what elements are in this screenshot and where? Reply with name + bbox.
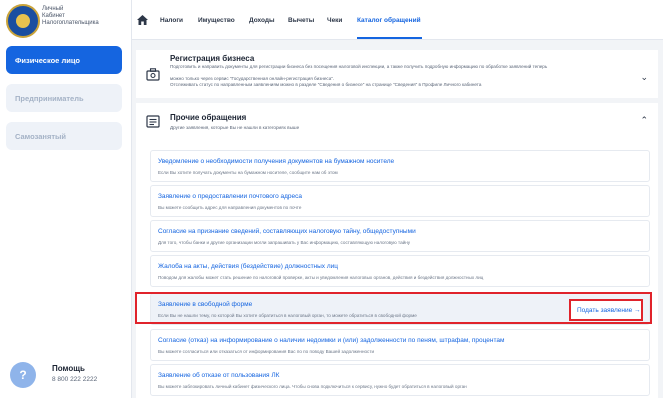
sidebar-item-self-employed[interactable]: Самозанятый	[6, 122, 122, 150]
home-icon[interactable]	[137, 15, 148, 25]
tab-deductions[interactable]: Вычеты	[288, 17, 314, 24]
card-other-requests: Прочие обращения Другие заявления, котор…	[136, 103, 658, 398]
request-item[interactable]: Уведомление о необходимости получения до…	[150, 150, 650, 182]
brand-line-3: Налогоплательщика	[42, 20, 99, 26]
business-registration-icon	[146, 68, 160, 81]
chevron-up-icon[interactable]: ⌃	[640, 115, 648, 126]
brand-line-2: Кабинет	[42, 13, 65, 19]
request-item[interactable]: Согласие на признание сведений, составля…	[150, 220, 650, 252]
request-desc: Вы можете заблокировать личный кабинет ф…	[158, 384, 467, 389]
card-title: Регистрация бизнеса	[170, 54, 255, 63]
request-item[interactable]: Заявление о предоставлении почтового адр…	[150, 185, 650, 217]
card-desc-line-1: Подготовить и направить документы для ре…	[170, 64, 548, 69]
request-title[interactable]: Согласие (отказ) на информирование о нал…	[158, 337, 505, 344]
tab-property[interactable]: Имущество	[198, 17, 235, 24]
chevron-down-icon[interactable]: ⌄	[640, 72, 648, 83]
request-desc: Вы можете согласиться или отказаться от …	[158, 349, 375, 354]
request-title[interactable]: Уведомление о необходимости получения до…	[158, 158, 394, 165]
request-item[interactable]: Жалоба на акты, действия (бездействие) д…	[150, 255, 650, 287]
request-desc: Вы можете сообщить адрес для направления…	[158, 205, 302, 210]
help-phone: 8 800 222 2222	[52, 376, 98, 383]
request-title[interactable]: Заявление о предоставлении почтового адр…	[158, 193, 302, 200]
request-item[interactable]: Заявление об отказе от пользования ЛК Вы…	[150, 364, 650, 396]
help-widget[interactable]: ? Помощь 8 800 222 2222	[10, 362, 126, 392]
request-desc: Если Вы хотите получать документы на бум…	[158, 170, 338, 175]
active-tab-underline	[357, 37, 422, 39]
sidebar-item-entrepreneur[interactable]: Предприниматель	[6, 84, 122, 112]
request-desc: Для того, чтобы банки и другие организац…	[158, 240, 411, 245]
top-nav: Налоги Имущество Доходы Вычеты Чеки Ката…	[132, 0, 663, 40]
card-desc: Другие заявления, которые Вы не нашли в …	[170, 125, 300, 130]
main-content: Регистрация бизнеса Подготовить и направ…	[132, 40, 663, 398]
brand-text: Личный Кабинет Налогоплательщика	[42, 6, 122, 27]
card-desc-line-3: Отслеживать статус по направленным заявл…	[170, 82, 482, 87]
help-title: Помощь	[52, 364, 85, 373]
brand-line-1: Личный	[42, 6, 64, 12]
sidebar-item-individual[interactable]: Физическое лицо	[6, 46, 122, 74]
card-business-registration[interactable]: Регистрация бизнеса Подготовить и направ…	[136, 50, 658, 98]
tab-income[interactable]: Доходы	[249, 17, 275, 24]
request-desc: Поводом для жалобы может стать решение п…	[158, 275, 484, 280]
help-question-icon[interactable]: ?	[10, 362, 36, 388]
card-title: Прочие обращения	[170, 113, 247, 122]
tab-receipts[interactable]: Чеки	[327, 17, 342, 24]
request-item[interactable]: Согласие (отказ) на информирование о нал…	[150, 329, 650, 361]
request-title[interactable]: Жалоба на акты, действия (бездействие) д…	[158, 263, 338, 270]
highlight-frame	[135, 292, 652, 324]
request-title[interactable]: Заявление об отказе от пользования ЛК	[158, 372, 279, 379]
request-title[interactable]: Согласие на признание сведений, составля…	[158, 228, 416, 235]
tab-taxes[interactable]: Налоги	[160, 17, 183, 24]
other-requests-icon	[146, 115, 160, 128]
fns-logo[interactable]	[6, 4, 40, 38]
sidebar: Личный Кабинет Налогоплательщика Физичес…	[0, 0, 132, 398]
tab-request-catalog[interactable]: Каталог обращений	[357, 17, 421, 24]
